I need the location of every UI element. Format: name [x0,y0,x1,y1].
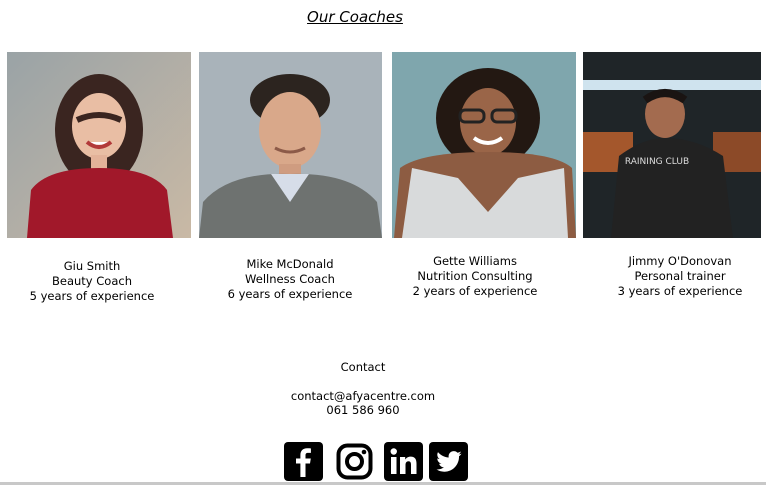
coach-name: Jimmy O'Donovan [628,254,732,268]
contact-email[interactable]: contact@afyacentre.com [263,389,463,403]
coach-photo-giu-smith [7,52,191,238]
instagram-icon[interactable] [335,442,374,481]
contact-heading: Contact [340,360,386,374]
coach-photo-mike-mcdonald [199,52,382,238]
coach-photo-jimmy-odonovan: RAINING CLUB [583,52,761,238]
coach-card-giu-smith: Giu Smith Beauty Coach 5 years of experi… [0,259,192,304]
coach-experience: 2 years of experience [412,284,538,298]
twitter-icon[interactable] [429,442,468,481]
coach-name: Giu Smith [63,259,121,273]
coach-card-mike-mcdonald: Mike McDonald Wellness Coach 6 years of … [190,257,390,302]
coach-photo-gette-williams [392,52,576,238]
coach-experience: 5 years of experience [29,289,155,303]
coach-role: Beauty Coach [52,274,132,288]
coach-card-jimmy-odonovan: Jimmy O'Donovan Personal trainer 3 years… [580,254,766,299]
page-title: Our Coaches [307,8,403,26]
coach-name: Gette Williams [433,254,517,268]
coach-experience: 6 years of experience [227,287,353,301]
coach-name: Mike McDonald [246,257,334,271]
linkedin-icon[interactable] [384,442,423,481]
coach-experience: 3 years of experience [617,284,743,298]
coach-card-gette-williams: Gette Williams Nutrition Consulting 2 ye… [375,254,575,299]
coach-role: Wellness Coach [245,272,335,286]
facebook-icon[interactable] [284,442,323,481]
contact-phone: 061 586 960 [326,403,400,417]
svg-text:RAINING CLUB: RAINING CLUB [625,157,689,167]
coach-role: Nutrition Consulting [417,269,533,283]
coach-role: Personal trainer [634,269,726,283]
